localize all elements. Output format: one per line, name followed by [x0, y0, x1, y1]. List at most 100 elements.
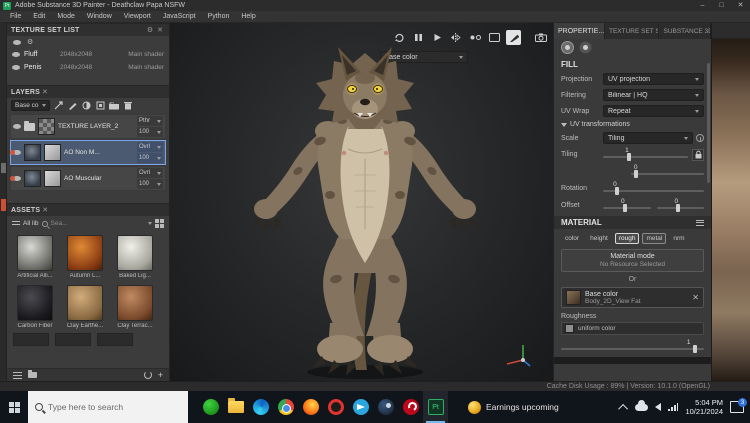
asset-thumbnail[interactable] — [67, 235, 103, 271]
menu-javascript[interactable]: JavaScript — [157, 13, 202, 20]
opacity-dropdown[interactable]: 100 — [137, 153, 163, 163]
uv-transformations-header[interactable]: UV transformations — [561, 121, 704, 128]
pencil-icon[interactable] — [67, 100, 78, 111]
layer-row[interactable]: AO Muscular Ovrl 100 — [10, 166, 166, 191]
menu-edit[interactable]: Edit — [27, 13, 51, 20]
menu-viewport[interactable]: Viewport — [118, 13, 157, 20]
material-mode-icon[interactable] — [561, 41, 574, 54]
rotation-slider[interactable] — [603, 190, 704, 192]
taskbar-explorer[interactable] — [223, 391, 248, 423]
filter-icon[interactable] — [12, 220, 20, 227]
start-button[interactable] — [0, 391, 28, 423]
folder-icon[interactable] — [28, 372, 37, 378]
layer-thumbnail[interactable] — [24, 170, 41, 187]
eye-icon[interactable] — [12, 65, 20, 70]
channel-chip-metal[interactable]: metal — [642, 233, 666, 244]
channel-chip-height[interactable]: height — [586, 233, 612, 244]
blend-mode-dropdown[interactable]: Pthr — [137, 116, 163, 126]
taskbar-firefox[interactable] — [298, 391, 323, 423]
channel-chip-nrm[interactable]: nrm — [669, 233, 688, 244]
taskbar-chrome[interactable] — [273, 391, 298, 423]
minimize-button[interactable]: – — [693, 0, 712, 11]
stencil-mode-icon[interactable] — [579, 41, 592, 54]
taskbar-pinterest[interactable] — [398, 391, 423, 423]
network-icon[interactable] — [668, 403, 678, 411]
tab-properties[interactable]: PROPERTIE... ✕ — [554, 23, 605, 39]
refresh-icon[interactable] — [144, 371, 152, 379]
panel-close-icon[interactable]: ✕ — [40, 88, 50, 96]
panel-close-icon[interactable]: ✕ — [40, 206, 50, 214]
taskbar-opera[interactable] — [323, 391, 348, 423]
channel-chip-rough[interactable]: rough — [615, 233, 640, 244]
asset-thumbnail[interactable] — [17, 235, 53, 271]
eye-icon[interactable] — [12, 52, 20, 57]
close-button[interactable]: ✕ — [731, 0, 750, 11]
panel-gear-icon[interactable]: ⚙ — [145, 26, 155, 34]
search-input[interactable] — [48, 402, 168, 412]
news-widget[interactable]: Earnings upcoming — [462, 391, 565, 423]
bottom-slider[interactable] — [561, 348, 704, 350]
menu-mode[interactable]: Mode — [51, 13, 81, 20]
character-model[interactable] — [170, 23, 553, 381]
asset-thumbnail[interactable] — [117, 235, 153, 271]
layer-thumbnail[interactable] — [24, 144, 41, 161]
assets-filter-label[interactable]: All lib — [23, 220, 39, 227]
roughness-resource[interactable]: uniform color — [561, 322, 704, 335]
texture-set-row[interactable]: Fluff 2048x2048 Main shader — [7, 48, 169, 61]
asset-thumbnail[interactable] — [17, 285, 53, 321]
taskbar-steam[interactable] — [373, 391, 398, 423]
asset-thumbnail[interactable] — [67, 285, 103, 321]
tiling-v-slider[interactable] — [631, 173, 704, 175]
dock-item-orange[interactable] — [1, 199, 6, 211]
fill-layer-icon[interactable] — [81, 100, 92, 111]
2d-view-strip[interactable] — [711, 23, 750, 381]
menu-file[interactable]: File — [4, 13, 27, 20]
projection-dropdown[interactable]: UV projection — [603, 73, 704, 85]
add-asset-icon[interactable]: + — [158, 371, 163, 380]
offset-x-slider[interactable] — [603, 207, 651, 209]
add-folder-icon[interactable] — [109, 100, 120, 111]
2d-view-texture[interactable] — [712, 39, 750, 381]
opacity-dropdown[interactable]: 100 — [137, 179, 163, 189]
asset-item[interactable]: Artificial Alli... — [13, 235, 57, 279]
tab-substance-3d[interactable]: SUBSTANCE 3D ... — [659, 23, 711, 39]
uv-wrap-dropdown[interactable]: Repeat — [603, 105, 704, 117]
chevron-down-icon[interactable] — [148, 222, 152, 225]
asset-thumbnail[interactable] — [117, 285, 153, 321]
trash-icon[interactable] — [123, 100, 134, 111]
menu-window[interactable]: Window — [81, 13, 118, 20]
layer-mask-thumbnail[interactable] — [44, 170, 61, 187]
menu-python[interactable]: Python — [202, 13, 236, 20]
dock-item-gray[interactable] — [1, 163, 6, 173]
taskbar-xbox[interactable] — [198, 391, 223, 423]
grid-view-icon[interactable] — [155, 219, 164, 228]
volume-icon[interactable] — [655, 403, 661, 411]
asset-item[interactable]: Autumn L... — [63, 235, 107, 279]
texture-set-row[interactable]: Penis 2048x2048 Main shader — [7, 61, 169, 74]
filtering-dropdown[interactable]: Bilinear | HQ — [603, 89, 704, 101]
taskbar-edge[interactable] — [248, 391, 273, 423]
menu-help[interactable]: Help — [235, 13, 261, 20]
viewport-3d[interactable]: Base color — [170, 23, 553, 381]
channel-filter-dropdown[interactable]: Base co — [11, 100, 50, 111]
offset-y-slider[interactable] — [657, 207, 705, 209]
panel-scrollbar[interactable] — [707, 63, 710, 183]
shader-gear-icon[interactable]: ⚙ — [27, 38, 33, 46]
add-effect-icon[interactable] — [53, 100, 64, 111]
chevron-up-icon[interactable] — [619, 403, 629, 413]
navigation-gizmo[interactable] — [503, 342, 531, 373]
blend-mode-dropdown[interactable]: Ovrl — [137, 142, 163, 152]
material-mode-button[interactable]: Material mode No Resource Selected — [561, 249, 704, 272]
remove-resource-icon[interactable]: ✕ — [692, 293, 699, 302]
asset-item[interactable]: Carbon Fiber — [13, 285, 57, 329]
asset-item[interactable]: Clay Earthe... — [63, 285, 107, 329]
opacity-dropdown[interactable]: 100 — [137, 127, 163, 137]
layer-thumbnail[interactable] — [38, 118, 55, 135]
layer-row-selected[interactable]: AO Non M... Ovrl 100 — [10, 140, 166, 165]
layer-mask-thumbnail[interactable] — [44, 144, 61, 161]
assets-search-input[interactable]: Sea... — [51, 220, 145, 227]
panel-close-icon[interactable]: ✕ — [155, 26, 165, 34]
asset-item[interactable]: Baked Lig... — [113, 235, 157, 279]
smart-material-icon[interactable] — [95, 100, 106, 111]
channel-chip-color[interactable]: color — [561, 233, 583, 244]
